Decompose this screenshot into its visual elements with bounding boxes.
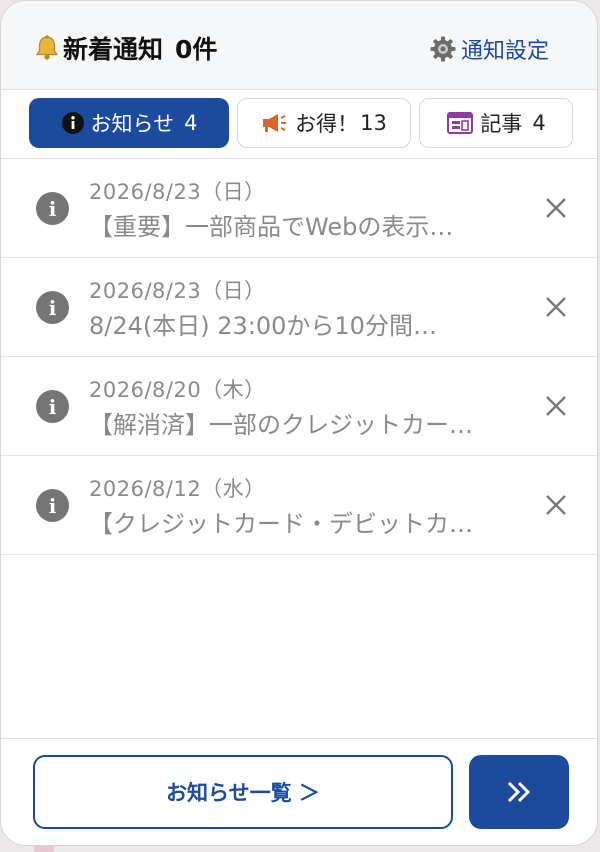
settings-label: 通知設定 <box>460 39 549 64</box>
info-icon: i <box>36 192 69 225</box>
header-title-text: 新着通知 <box>63 35 164 64</box>
notification-date: 2026/8/20（木） <box>89 378 266 402</box>
tab-articles-count: 4 <box>532 111 546 135</box>
notification-panel: 新着通知 0件 通知設定 お知らせ 4 お得！ 13 記事 4 i 2026/8… <box>0 0 598 846</box>
category-tabs: お知らせ 4 お得！ 13 記事 4 <box>1 90 597 159</box>
notice-list-button[interactable]: お知らせ一覧 ＞ <box>33 755 453 829</box>
close-icon[interactable] <box>543 195 569 221</box>
close-icon[interactable] <box>543 294 569 320</box>
notification-title: 【クレジットカード・デビットカ… <box>89 510 473 538</box>
bell-icon <box>35 35 59 60</box>
info-icon: i <box>36 291 69 324</box>
close-icon[interactable] <box>543 492 569 518</box>
panel-footer: お知らせ一覧 ＞ <box>1 738 597 845</box>
header-title: 新着通知 0件 <box>33 30 217 66</box>
gear-icon <box>430 36 456 62</box>
tab-info-label: お知らせ <box>90 112 175 136</box>
megaphone-icon <box>263 114 287 132</box>
notification-list: i 2026/8/23（日） 【重要】一部商品でWebの表示… i 2026/8… <box>1 159 597 555</box>
notification-title: 【解消済】一部のクレジットカー… <box>89 411 473 439</box>
info-icon <box>61 112 84 134</box>
tab-info-count: 4 <box>184 111 198 135</box>
notification-settings-link[interactable]: 通知設定 <box>429 33 549 65</box>
tab-deals-label: お得！ <box>295 112 359 136</box>
panel-header: 新着通知 0件 通知設定 <box>1 1 597 90</box>
notification-title: 8/24(本日) 23:00から10分間… <box>89 312 437 340</box>
info-icon: i <box>36 489 69 522</box>
double-chevron-right-icon <box>507 781 531 803</box>
notification-date: 2026/8/23（日） <box>89 180 266 204</box>
calendar-icon <box>447 112 474 134</box>
tab-articles[interactable]: 記事 4 <box>419 98 573 148</box>
notification-date: 2026/8/23（日） <box>89 279 266 303</box>
tab-info[interactable]: お知らせ 4 <box>29 98 229 148</box>
info-icon: i <box>36 390 69 423</box>
tab-deals[interactable]: お得！ 13 <box>237 98 411 148</box>
notification-item[interactable]: i 2026/8/20（木） 【解消済】一部のクレジットカー… <box>1 357 597 456</box>
notification-title: 【重要】一部商品でWebの表示… <box>89 213 454 241</box>
tab-deals-count: 13 <box>360 111 387 135</box>
next-button[interactable] <box>469 755 569 829</box>
tab-articles-label: 記事 <box>480 112 523 136</box>
notification-item[interactable]: i 2026/8/23（日） 【重要】一部商品でWebの表示… <box>1 159 597 258</box>
notification-item[interactable]: i 2026/8/23（日） 8/24(本日) 23:00から10分間… <box>1 258 597 357</box>
notification-item[interactable]: i 2026/8/12（水） 【クレジットカード・デビットカ… <box>1 456 597 555</box>
notification-date: 2026/8/12（水） <box>89 477 266 501</box>
header-count: 0件 <box>175 35 218 64</box>
close-icon[interactable] <box>543 393 569 419</box>
